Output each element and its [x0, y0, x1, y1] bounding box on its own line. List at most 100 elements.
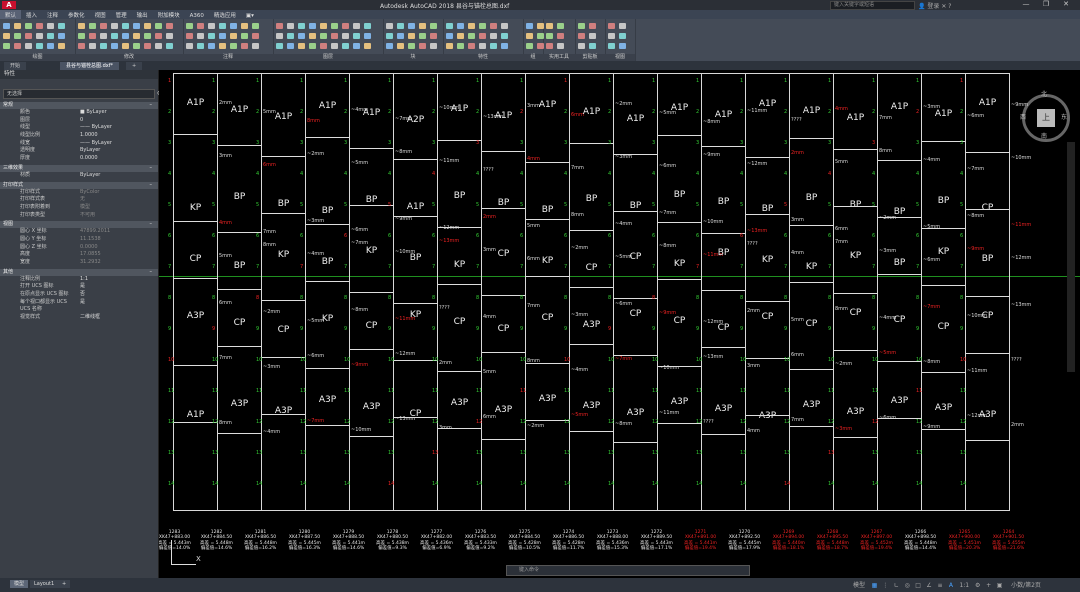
- offset-measure[interactable]: ~11mm: [1011, 222, 1031, 228]
- layer-label[interactable]: KP: [350, 246, 393, 256]
- ribbon-tool-icon[interactable]: [397, 23, 404, 29]
- ribbon-tool-icon[interactable]: [526, 33, 533, 39]
- layer-label[interactable]: KP: [306, 314, 349, 324]
- property-value[interactable]: 不可用: [80, 212, 95, 220]
- layer-label[interactable]: A1P: [526, 100, 569, 110]
- layer-label[interactable]: BP: [658, 190, 701, 200]
- property-value[interactable]: ByColor: [80, 189, 99, 197]
- viewcube-south[interactable]: 南: [1041, 131, 1047, 140]
- ribbon-tool-icon[interactable]: [58, 23, 65, 29]
- workspace-icon[interactable]: ▣: [995, 582, 1004, 589]
- ribbon-tool-icon[interactable]: [208, 33, 215, 39]
- ribbon-tool-icon[interactable]: [468, 43, 475, 49]
- layer-label[interactable]: CP: [482, 324, 525, 334]
- property-row[interactable]: 打印表附着到 模型: [0, 204, 158, 212]
- layer-label[interactable]: BP: [746, 204, 789, 214]
- ribbon-tool-icon[interactable]: [342, 23, 349, 29]
- property-value[interactable]: 1:1: [80, 276, 88, 284]
- ribbon-tool-icon[interactable]: [364, 43, 371, 49]
- viewcube[interactable]: 上 北 南 东 西: [1020, 91, 1070, 142]
- hole-info[interactable]: 1270 XK47+892.50 高差 = 5.445m 偏差值=17.9%: [723, 530, 766, 551]
- layer-label[interactable]: A1P: [878, 102, 921, 112]
- layer-label[interactable]: BP: [218, 192, 261, 202]
- layer-label[interactable]: A3P: [526, 394, 569, 404]
- ribbon-tool-icon[interactable]: [252, 43, 259, 49]
- layer-label[interactable]: KP: [174, 203, 217, 213]
- property-row[interactable]: 圆心 X 坐标 47899.2011: [0, 228, 158, 236]
- layer-label[interactable]: KP: [746, 255, 789, 265]
- layer-label[interactable]: A3P: [746, 411, 789, 421]
- ribbon-tool-icon[interactable]: [386, 43, 393, 49]
- layer-label[interactable]: A1P: [394, 202, 437, 212]
- ribbon-tool-icon[interactable]: [100, 23, 107, 29]
- ribbon-tool-icon[interactable]: [501, 43, 508, 49]
- property-value[interactable]: —— ByLayer: [80, 140, 112, 148]
- offset-measure[interactable]: ~13mm: [1011, 302, 1031, 308]
- layer-label[interactable]: A1P: [966, 98, 1009, 108]
- sign-in-label[interactable]: 登录: [927, 3, 939, 10]
- offset-measure[interactable]: 2mm: [1011, 422, 1024, 428]
- layer-label[interactable]: BP: [262, 199, 305, 209]
- ribbon-tool-icon[interactable]: [619, 23, 626, 29]
- hole-column[interactable]: A1P CP BP CP A3P: [965, 73, 1010, 511]
- tab-new[interactable]: +: [126, 62, 143, 70]
- ribbon-tool-icon[interactable]: [468, 23, 475, 29]
- property-value[interactable]: 1.0000: [80, 132, 98, 140]
- exchange-icon[interactable]: ✕: [941, 3, 946, 10]
- units-label[interactable]: 小数/第2页: [1006, 580, 1046, 589]
- ribbon-tool-icon[interactable]: [501, 23, 508, 29]
- hole-info[interactable]: 1279 XK47+888.50 高差 = 5.441m 偏差值=14.6%: [327, 530, 370, 551]
- tab-model[interactable]: 模型: [10, 580, 29, 588]
- ribbon-tool-icon[interactable]: [208, 23, 215, 29]
- ribbon-tool-icon[interactable]: [298, 33, 305, 39]
- hole-column[interactable]: A1P BP CP A3P A3P: [569, 73, 614, 511]
- layer-label[interactable]: KP: [526, 256, 569, 266]
- layer-label[interactable]: KP: [438, 260, 481, 270]
- ribbon-tool-icon[interactable]: [166, 23, 173, 29]
- hole-info[interactable]: 1265 XK47+900.00 高差 = 5.451m 偏差值=20.3%: [943, 530, 986, 551]
- ribbon-tool-icon[interactable]: [47, 33, 54, 39]
- hole-info[interactable]: 1281 XK47+886.50 高差 = 5.448m 偏差值=16.2%: [239, 530, 282, 551]
- ribbon-tool-icon[interactable]: [14, 23, 21, 29]
- ribbon-tool-icon[interactable]: [468, 33, 475, 39]
- viewcube-west[interactable]: 西: [1020, 112, 1026, 121]
- ribbon-group-label[interactable]: 组: [523, 54, 543, 61]
- navigation-bar[interactable]: [1067, 142, 1075, 372]
- selection-dropdown[interactable]: 无选择 ⚙ + ✚: [3, 89, 176, 99]
- layer-label[interactable]: CP: [834, 308, 877, 318]
- search-input[interactable]: 键入关键字或短语: [830, 1, 915, 10]
- ribbon-tool-icon[interactable]: [36, 33, 43, 39]
- property-value[interactable]: 0.0000: [80, 244, 98, 252]
- ribbon-tool-icon[interactable]: [430, 23, 437, 29]
- viewcube-north[interactable]: 北: [1041, 89, 1047, 98]
- ribbon-tool-icon[interactable]: [578, 43, 585, 49]
- layer-label[interactable]: A1P: [746, 99, 789, 109]
- layer-label[interactable]: A3P: [570, 320, 613, 330]
- offset-measure[interactable]: ????: [1011, 357, 1022, 363]
- ribbon-tool-icon[interactable]: [133, 43, 140, 49]
- palette-section-header[interactable]: 三维效果: [0, 164, 158, 172]
- property-row[interactable]: 颜色 ■ ByLayer: [0, 109, 158, 117]
- ribbon-tool-icon[interactable]: [320, 33, 327, 39]
- ribbon-tool-icon[interactable]: [133, 33, 140, 39]
- layer-label[interactable]: A1P: [174, 410, 217, 420]
- ribbon-tool-icon[interactable]: [14, 33, 21, 39]
- ribbon-tool-icon[interactable]: [353, 23, 360, 29]
- ribbon-tool-icon[interactable]: [122, 33, 129, 39]
- ribbon-tool-icon[interactable]: [186, 23, 193, 29]
- viewcube-east[interactable]: 东: [1061, 112, 1067, 121]
- layer-label[interactable]: KP: [262, 250, 305, 260]
- ribbon-tool-icon[interactable]: [320, 43, 327, 49]
- layer-label[interactable]: CP: [790, 319, 833, 329]
- property-value[interactable]: 是: [80, 299, 85, 307]
- property-value[interactable]: 是: [80, 283, 85, 291]
- ribbon-tool-icon[interactable]: [479, 43, 486, 49]
- layer-label[interactable]: CP: [702, 323, 745, 333]
- property-value[interactable]: ■ ByLayer: [80, 109, 107, 117]
- ribbon-tool-icon[interactable]: [353, 43, 360, 49]
- property-row[interactable]: 透明度 ByLayer: [0, 147, 158, 155]
- ribbon-tool-icon[interactable]: [58, 33, 65, 39]
- ribbon-group-label[interactable]: 视图: [605, 54, 635, 61]
- layer-label[interactable]: A1P: [482, 111, 525, 121]
- drawing-canvas[interactable]: 上 北 南 东 西 X 键入命令 A1P KP CP A3P A1P 1 2 3 4 5 6 7 8 9 1…: [159, 70, 1080, 578]
